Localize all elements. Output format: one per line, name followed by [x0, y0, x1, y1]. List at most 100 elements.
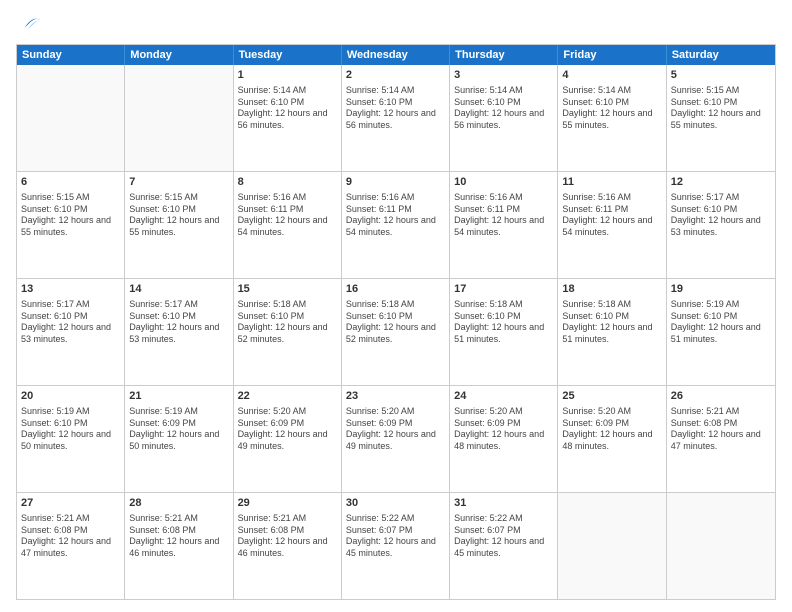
- logo-icon: [18, 12, 42, 36]
- calendar-cell-4: 4 Sunrise: 5:14 AM Sunset: 6:10 PM Daylig…: [558, 65, 666, 171]
- day-number: 22: [238, 389, 337, 404]
- calendar-cell-2: 2Sunrise: 5:14 AM Sunset: 6:10 PM Daylig…: [342, 65, 450, 171]
- calendar-cell-7: 7 Sunrise: 5:15 AM Sunset: 6:10 PM Daylig…: [125, 172, 233, 278]
- day-info: Sunrise: 5:21 AM Sunset: 6:08 PM Dayligh…: [129, 513, 228, 560]
- calendar-header: SundayMondayTuesdayWednesdayThursdayFrid…: [17, 45, 775, 65]
- calendar-body: 1 Sunrise: 5:14 AM Sunset: 6:10 PM Daylig…: [17, 65, 775, 599]
- calendar-cell-26: 26 Sunrise: 5:21 AM Sunset: 6:08 PM Dayli…: [667, 386, 775, 492]
- calendar-cell-31: 31Sunrise: 5:22 AM Sunset: 6:07 PM Dayli…: [450, 493, 558, 599]
- day-info: Sunrise: 5:19 AM Sunset: 6:09 PM Dayligh…: [129, 406, 228, 453]
- day-number: 27: [21, 496, 120, 511]
- day-info: Sunrise: 5:16 AM Sunset: 6:11 PM Dayligh…: [238, 192, 337, 239]
- header-day-monday: Monday: [125, 45, 233, 65]
- calendar-cell-6: 6 Sunrise: 5:15 AM Sunset: 6:10 PM Daylig…: [17, 172, 125, 278]
- day-info: Sunrise: 5:17 AM Sunset: 6:10 PM Dayligh…: [671, 192, 771, 239]
- day-number: 9: [346, 175, 445, 190]
- day-info: Sunrise: 5:21 AM Sunset: 6:08 PM Dayligh…: [21, 513, 120, 560]
- header: [16, 12, 776, 36]
- day-number: 28: [129, 496, 228, 511]
- day-info: Sunrise: 5:14 AM Sunset: 6:10 PM Dayligh…: [238, 85, 337, 132]
- day-number: 7: [129, 175, 228, 190]
- header-day-sunday: Sunday: [17, 45, 125, 65]
- day-number: 13: [21, 282, 120, 297]
- day-info: Sunrise: 5:16 AM Sunset: 6:11 PM Dayligh…: [562, 192, 661, 239]
- day-number: 16: [346, 282, 445, 297]
- header-day-friday: Friday: [558, 45, 666, 65]
- calendar-cell-3: 3 Sunrise: 5:14 AM Sunset: 6:10 PM Daylig…: [450, 65, 558, 171]
- calendar-cell-10: 10 Sunrise: 5:16 AM Sunset: 6:11 PM Dayli…: [450, 172, 558, 278]
- day-number: 17: [454, 282, 553, 297]
- calendar-cell-27: 27 Sunrise: 5:21 AM Sunset: 6:08 PM Dayli…: [17, 493, 125, 599]
- calendar-cell-22: 22 Sunrise: 5:20 AM Sunset: 6:09 PM Dayli…: [234, 386, 342, 492]
- day-info: Sunrise: 5:14 AM Sunset: 6:10 PM Dayligh…: [454, 85, 553, 132]
- calendar-cell-25: 25 Sunrise: 5:20 AM Sunset: 6:09 PM Dayli…: [558, 386, 666, 492]
- calendar-cell-19: 19Sunrise: 5:19 AM Sunset: 6:10 PM Dayli…: [667, 279, 775, 385]
- day-info: Sunrise: 5:15 AM Sunset: 6:10 PM Dayligh…: [21, 192, 120, 239]
- day-number: 3: [454, 68, 553, 83]
- calendar-cell-9: 9Sunrise: 5:16 AM Sunset: 6:11 PM Daylig…: [342, 172, 450, 278]
- day-number: 10: [454, 175, 553, 190]
- day-info: Sunrise: 5:17 AM Sunset: 6:10 PM Dayligh…: [129, 299, 228, 346]
- calendar-row-5: 27 Sunrise: 5:21 AM Sunset: 6:08 PM Dayli…: [17, 492, 775, 599]
- day-number: 2: [346, 68, 445, 83]
- day-number: 4: [562, 68, 661, 83]
- day-info: Sunrise: 5:14 AM Sunset: 6:10 PM Dayligh…: [562, 85, 661, 132]
- day-info: Sunrise: 5:17 AM Sunset: 6:10 PM Dayligh…: [21, 299, 120, 346]
- calendar-row-4: 20 Sunrise: 5:19 AM Sunset: 6:10 PM Dayli…: [17, 385, 775, 492]
- day-info: Sunrise: 5:19 AM Sunset: 6:10 PM Dayligh…: [21, 406, 120, 453]
- day-number: 20: [21, 389, 120, 404]
- calendar-cell-23: 23Sunrise: 5:20 AM Sunset: 6:09 PM Dayli…: [342, 386, 450, 492]
- calendar: SundayMondayTuesdayWednesdayThursdayFrid…: [16, 44, 776, 600]
- calendar-cell-11: 11 Sunrise: 5:16 AM Sunset: 6:11 PM Dayli…: [558, 172, 666, 278]
- calendar-row-3: 13 Sunrise: 5:17 AM Sunset: 6:10 PM Dayli…: [17, 278, 775, 385]
- header-day-saturday: Saturday: [667, 45, 775, 65]
- calendar-row-2: 6 Sunrise: 5:15 AM Sunset: 6:10 PM Daylig…: [17, 171, 775, 278]
- day-info: Sunrise: 5:15 AM Sunset: 6:10 PM Dayligh…: [671, 85, 771, 132]
- day-info: Sunrise: 5:16 AM Sunset: 6:11 PM Dayligh…: [454, 192, 553, 239]
- calendar-cell-17: 17Sunrise: 5:18 AM Sunset: 6:10 PM Dayli…: [450, 279, 558, 385]
- calendar-cell-28: 28 Sunrise: 5:21 AM Sunset: 6:08 PM Dayli…: [125, 493, 233, 599]
- header-day-thursday: Thursday: [450, 45, 558, 65]
- calendar-cell-1: 1 Sunrise: 5:14 AM Sunset: 6:10 PM Daylig…: [234, 65, 342, 171]
- calendar-cell-14: 14 Sunrise: 5:17 AM Sunset: 6:10 PM Dayli…: [125, 279, 233, 385]
- calendar-cell-empty-0-0: [17, 65, 125, 171]
- day-info: Sunrise: 5:15 AM Sunset: 6:10 PM Dayligh…: [129, 192, 228, 239]
- day-info: Sunrise: 5:18 AM Sunset: 6:10 PM Dayligh…: [562, 299, 661, 346]
- day-number: 14: [129, 282, 228, 297]
- day-info: Sunrise: 5:20 AM Sunset: 6:09 PM Dayligh…: [238, 406, 337, 453]
- day-number: 30: [346, 496, 445, 511]
- day-number: 15: [238, 282, 337, 297]
- day-number: 6: [21, 175, 120, 190]
- calendar-cell-21: 21 Sunrise: 5:19 AM Sunset: 6:09 PM Dayli…: [125, 386, 233, 492]
- calendar-cell-13: 13 Sunrise: 5:17 AM Sunset: 6:10 PM Dayli…: [17, 279, 125, 385]
- calendar-cell-30: 30 Sunrise: 5:22 AM Sunset: 6:07 PM Dayli…: [342, 493, 450, 599]
- day-info: Sunrise: 5:20 AM Sunset: 6:09 PM Dayligh…: [346, 406, 445, 453]
- calendar-row-1: 1 Sunrise: 5:14 AM Sunset: 6:10 PM Daylig…: [17, 65, 775, 171]
- calendar-cell-16: 16Sunrise: 5:18 AM Sunset: 6:10 PM Dayli…: [342, 279, 450, 385]
- day-number: 11: [562, 175, 661, 190]
- day-number: 18: [562, 282, 661, 297]
- day-number: 1: [238, 68, 337, 83]
- day-number: 8: [238, 175, 337, 190]
- day-info: Sunrise: 5:20 AM Sunset: 6:09 PM Dayligh…: [562, 406, 661, 453]
- calendar-cell-12: 12 Sunrise: 5:17 AM Sunset: 6:10 PM Dayli…: [667, 172, 775, 278]
- day-number: 29: [238, 496, 337, 511]
- day-info: Sunrise: 5:21 AM Sunset: 6:08 PM Dayligh…: [671, 406, 771, 453]
- day-info: Sunrise: 5:19 AM Sunset: 6:10 PM Dayligh…: [671, 299, 771, 346]
- day-number: 25: [562, 389, 661, 404]
- day-number: 12: [671, 175, 771, 190]
- day-info: Sunrise: 5:21 AM Sunset: 6:08 PM Dayligh…: [238, 513, 337, 560]
- day-number: 31: [454, 496, 553, 511]
- header-day-tuesday: Tuesday: [234, 45, 342, 65]
- logo: [16, 12, 42, 36]
- day-info: Sunrise: 5:18 AM Sunset: 6:10 PM Dayligh…: [238, 299, 337, 346]
- calendar-cell-empty-0-1: [125, 65, 233, 171]
- day-info: Sunrise: 5:22 AM Sunset: 6:07 PM Dayligh…: [346, 513, 445, 560]
- day-number: 21: [129, 389, 228, 404]
- calendar-cell-empty-4-6: [667, 493, 775, 599]
- calendar-cell-20: 20 Sunrise: 5:19 AM Sunset: 6:10 PM Dayli…: [17, 386, 125, 492]
- day-number: 26: [671, 389, 771, 404]
- calendar-cell-15: 15 Sunrise: 5:18 AM Sunset: 6:10 PM Dayli…: [234, 279, 342, 385]
- calendar-cell-empty-4-5: [558, 493, 666, 599]
- calendar-cell-24: 24Sunrise: 5:20 AM Sunset: 6:09 PM Dayli…: [450, 386, 558, 492]
